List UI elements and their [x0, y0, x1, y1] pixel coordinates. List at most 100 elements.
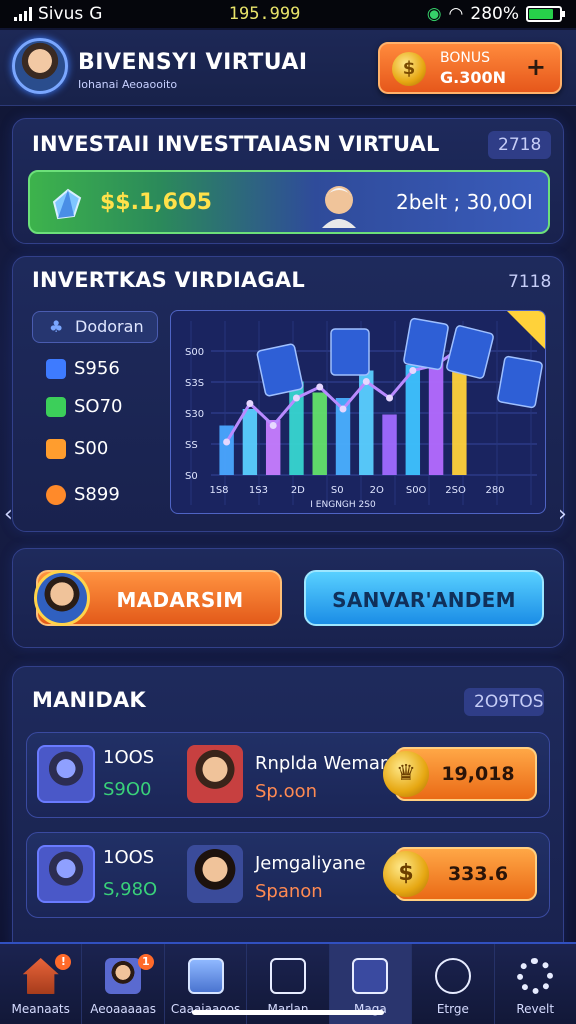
primary-action-button[interactable]: MADARSIM: [34, 570, 282, 626]
item-subtitle: Sp.oon: [255, 781, 318, 802]
item-quantity: 1OOS: [103, 747, 155, 768]
x-tick-label: 1S8: [209, 485, 228, 496]
status-left: Sivus G: [14, 4, 102, 24]
user-avatar: [187, 745, 243, 803]
battery-icon: [525, 6, 565, 22]
trend-point: [316, 383, 324, 391]
bonus-amount: G.300N: [440, 68, 506, 87]
trend-point: [386, 394, 394, 402]
x-axis-caption: I ENGNGH 2S0: [310, 500, 376, 510]
x-tick-label: 280: [485, 485, 504, 496]
legend-label: S956: [74, 358, 120, 379]
balance-bar[interactable]: $$.1,6O5 2belt ; 30,0OI: [28, 170, 550, 234]
x-tick-label: 2O: [370, 485, 384, 496]
legend-item: S00: [46, 438, 108, 459]
bonus-button[interactable]: $ BONUS G.300N +: [378, 42, 562, 94]
trend-point: [409, 367, 417, 374]
secondary-action-button[interactable]: SANVAR'ANDEM: [304, 570, 544, 626]
manidak-title: MANIDAK: [32, 688, 146, 712]
nav-item-explore[interactable]: Etrge: [412, 944, 495, 1024]
crown-coin-icon: ♛: [383, 751, 429, 797]
invest-button-label: 333.6: [447, 863, 509, 885]
y-tick-label: S0: [185, 471, 198, 482]
balance-secondary: 2belt ; 30,0OI: [396, 190, 533, 214]
nav-item-home[interactable]: ! Meanaats: [0, 944, 83, 1024]
bar-chart: S00 S3S S30 SS S0 1S8 1S3 2D S0 2O S0O 2SO 280 I ENGN…: [185, 311, 545, 510]
nav-item-settings[interactable]: Revelt: [495, 944, 576, 1024]
x-tick-label: 2D: [291, 485, 305, 496]
bar: [428, 354, 444, 475]
gear-icon: [517, 958, 554, 994]
chart-panel: S00 S3S S30 SS S0 1S8 1S3 2D S0 2O S0O 2SO 280 I ENGN…: [170, 310, 546, 514]
eye-icon: ◉: [426, 4, 442, 24]
legend-label: S899: [74, 484, 120, 505]
list-item[interactable]: 1OOS S,98O Jemgaliyane Spanon $ 333.6: [26, 832, 550, 918]
item-quantity: 1OOS: [103, 847, 155, 868]
legend-swatch: [46, 396, 66, 417]
bar: [312, 392, 327, 475]
chevron-left-icon[interactable]: ‹: [4, 502, 13, 527]
y-tick-label: S30: [185, 409, 204, 420]
trend-point: [362, 378, 370, 385]
trend-point: [339, 405, 347, 413]
manidak-badge: 2O9TOS: [464, 688, 544, 716]
document-icon: [187, 958, 224, 994]
status-bar: Sivus G 195.999 ◉ ◠ 280%: [0, 0, 576, 28]
trend-point: [292, 394, 300, 402]
home-icon: [22, 958, 59, 994]
trend-point: [269, 422, 277, 429]
bar: [242, 409, 258, 475]
bar: [382, 414, 397, 475]
network-type: G: [89, 4, 103, 24]
item-name: Jemgaliyane: [255, 853, 366, 874]
invest-button[interactable]: $ 333.6: [383, 847, 537, 901]
app-header: BIVENSYI VIRTUAI Iohanai Aeoaooito $ BON…: [0, 30, 576, 106]
corner-ribbon: [507, 311, 545, 349]
y-tick-label: SS: [185, 440, 198, 451]
person-icon: [322, 186, 356, 228]
legend-title: Dodoran: [75, 317, 144, 336]
secondary-action-label: SANVAR'ANDEM: [332, 588, 516, 612]
nav-item-profile[interactable]: 1 Aeoaaaaas: [82, 944, 165, 1024]
document-card-icon: [497, 355, 543, 409]
compass-icon: [434, 958, 471, 994]
home-indicator: [192, 1010, 384, 1015]
profile-avatar[interactable]: [12, 38, 68, 94]
nav-label: Etrge: [436, 1002, 469, 1016]
wifi-icon: ◠: [448, 4, 464, 24]
x-tick-label: S0O: [406, 485, 427, 496]
signal-icon: [14, 7, 32, 21]
player-thumbnail: [37, 745, 95, 803]
nav-label: Revelt: [516, 1002, 555, 1016]
legend-item: S956: [46, 358, 120, 379]
legend-filter[interactable]: ♣ Dodoran: [32, 311, 158, 343]
legend-swatch: [46, 358, 66, 379]
app-title: BIVENSYI VIRTUAI: [78, 50, 308, 75]
notification-badge: !: [55, 954, 72, 970]
balance-value: $$.1,6O5: [100, 190, 212, 215]
bar: [405, 365, 421, 475]
legend-swatch: [46, 484, 66, 505]
list-item[interactable]: 1OOS S9O0 Rnplda Wemars Sp.oon ♛ 19,018: [26, 732, 550, 818]
legend-item: S899: [46, 484, 120, 505]
chart-card-title: INVERTKAS VIRDIAGAL: [32, 268, 305, 292]
status-right: ◉ ◠ 280%: [426, 4, 565, 24]
invest-button[interactable]: ♛ 19,018: [383, 747, 537, 801]
overview-badge: 2718: [488, 131, 552, 159]
x-tick-label: 1S3: [249, 485, 268, 496]
item-subtitle: Spanon: [255, 881, 323, 902]
legend-label: S00: [74, 438, 109, 459]
clover-icon: ♣: [49, 317, 64, 336]
trend-point: [223, 438, 231, 446]
user-avatar: [187, 845, 243, 903]
chart-icon: [269, 958, 306, 994]
status-center-value: 195.999: [228, 4, 301, 24]
chevron-right-icon[interactable]: ›: [558, 502, 567, 527]
player-thumbnail: [37, 845, 95, 903]
plus-icon: +: [525, 53, 546, 81]
user-avatar-icon: [34, 570, 90, 626]
nav-label: Aeoaaaaas: [90, 1002, 156, 1016]
document-card-icon: [403, 317, 449, 371]
document-card-icon: [330, 328, 370, 376]
legend-label: SO70: [74, 396, 123, 417]
